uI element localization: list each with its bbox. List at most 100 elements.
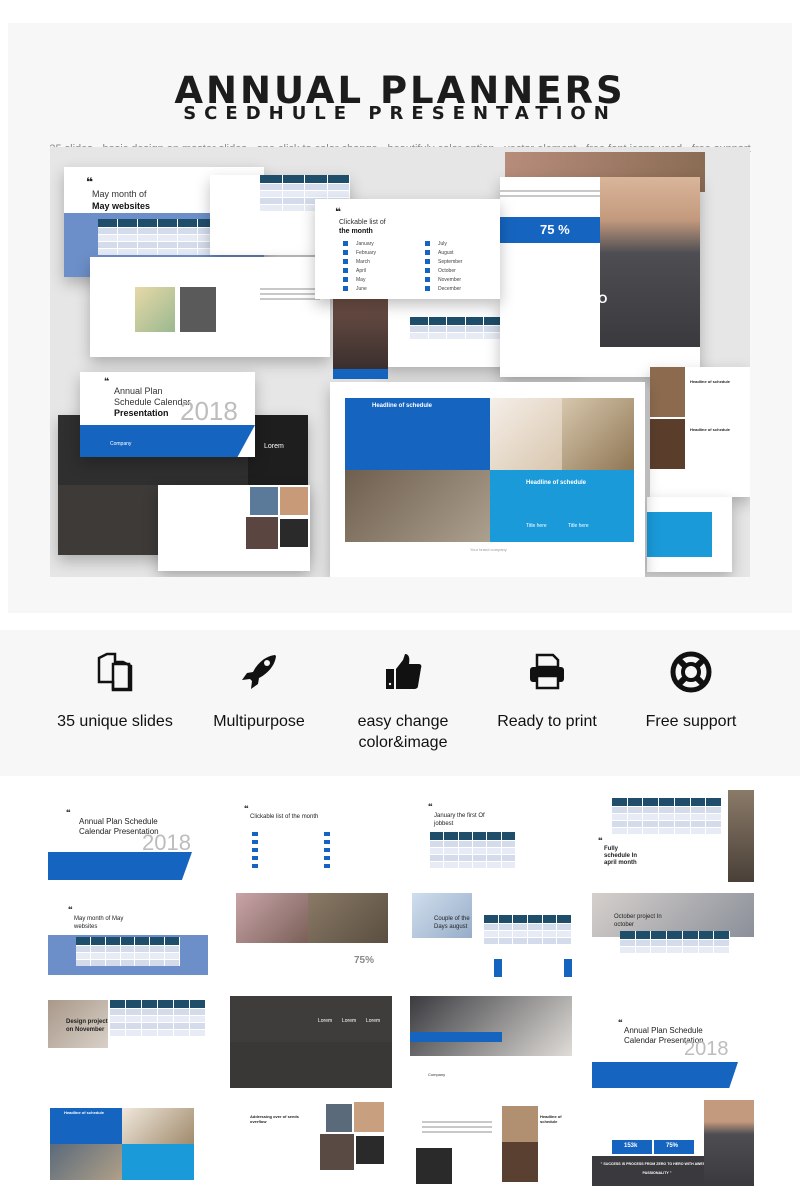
- photo-hat: [650, 367, 685, 417]
- feature-easy-change: easy change color&image: [328, 650, 478, 753]
- thumbnail-headline[interactable]: Headline of schedule: [410, 1100, 572, 1192]
- quote-icon: ❝: [335, 207, 341, 218]
- month-list-left: January February March April May June: [343, 239, 376, 293]
- headline-1: Headline of schedule: [372, 403, 433, 409]
- photo-hiker-hat: [345, 470, 490, 542]
- slide-title: May month of: [92, 189, 147, 199]
- month-bullet-icon: [425, 241, 430, 246]
- photo-shop: [650, 419, 685, 469]
- month-bullet-icon: [425, 250, 430, 255]
- thumbnail-annual-plan-2[interactable]: ❝ Annual Plan Schedule Calendar Presenta…: [592, 996, 754, 1088]
- link-title-2[interactable]: Title here: [568, 523, 589, 529]
- thumbnail-hero-quote[interactable]: 153k 75% " SUCCESS IS PROCESS FROM ZERO …: [592, 1100, 754, 1192]
- month-bullet-icon: [343, 286, 348, 291]
- stat-value: 75 %: [540, 222, 570, 237]
- stat-box: 75 %: [500, 217, 600, 243]
- photo-girl: [333, 299, 388, 369]
- month-item[interactable]: March: [343, 257, 376, 266]
- slide-addressing: [90, 257, 330, 357]
- slide-clickable-list: ❝ Clickable list of the month January Feb…: [315, 199, 500, 299]
- month-item[interactable]: October: [425, 266, 462, 275]
- thumbnail-year: 2018: [684, 1038, 729, 1060]
- thumbnail-stat-75[interactable]: 75%: [236, 893, 398, 985]
- thumbnail-title: Couple of the Days august: [434, 916, 470, 930]
- photo-kitchen: [562, 398, 634, 470]
- month-label: April: [356, 267, 367, 274]
- thumbnail-stat: 75%: [354, 955, 375, 966]
- slide-annual-plan: ❝ Annual Plan Schedule Calendar Presenta…: [80, 372, 255, 457]
- thumbnail-title: October project In october: [614, 914, 662, 928]
- thumbnail-stat: 75%: [666, 1143, 679, 1149]
- thumbnail-title: Clickable list of the month: [250, 814, 319, 820]
- slide-title-bold: the month: [339, 228, 373, 235]
- slide-stats-hero: 75 % O HERO: [500, 177, 700, 377]
- link-title-1[interactable]: Title here: [526, 523, 547, 529]
- company-label: Company: [110, 441, 132, 447]
- month-label: July: [438, 240, 447, 247]
- thumbnail-schedule[interactable]: Headline of schedule: [46, 1100, 208, 1192]
- month-item[interactable]: November: [425, 275, 462, 284]
- feature-label: easy change color&image: [357, 713, 449, 751]
- thumbnail-company[interactable]: Company: [410, 996, 572, 1088]
- month-bullet-icon: [343, 250, 348, 255]
- headline-2: Headline of schedule: [526, 480, 587, 486]
- month-item[interactable]: December: [425, 284, 462, 293]
- photo-caption-bar: [333, 369, 388, 379]
- thumbnail-people[interactable]: Addressing over of seeds overflow: [228, 1100, 390, 1192]
- month-bullet-icon: [425, 268, 430, 273]
- thumbnail-title: January the first Of jobbest: [434, 813, 485, 827]
- thumbnail-april[interactable]: ❝ Fully schedule In april month: [592, 790, 754, 882]
- photo-dark: [180, 287, 216, 332]
- month-bullet-icon: [343, 259, 348, 264]
- slide-schedule: Headline of schedule Headline of schedul…: [330, 382, 645, 577]
- month-bullet-icon: [343, 277, 348, 282]
- month-label: October: [438, 267, 456, 274]
- month-bullet-icon: [425, 259, 430, 264]
- thumbnail-title: Headline of schedule: [64, 1110, 105, 1115]
- thumbnail-title: May month of May websites: [74, 916, 124, 930]
- feature-label: Ready to print: [497, 713, 597, 730]
- thumbnail-dark[interactable]: Lorem Lorem Lorem: [230, 996, 392, 1088]
- thumbnail-october[interactable]: October project In october: [592, 893, 754, 985]
- feature-multipurpose: Multipurpose: [184, 650, 334, 732]
- side-headline-2: Headline of schedule: [690, 427, 731, 432]
- thumbnail-clickable-list[interactable]: ❝ Clickable list of the month: [230, 790, 392, 882]
- month-label: January: [356, 240, 374, 247]
- month-item[interactable]: July: [425, 239, 462, 248]
- month-bullet-icon: [425, 277, 430, 282]
- thumbnail-company: Company: [428, 1072, 446, 1077]
- feature-free-support: Free support: [616, 650, 766, 732]
- thumbnail-quote: " SUCCESS IS PROCESS FROM ZERO TO HERO W…: [600, 1162, 714, 1175]
- month-item[interactable]: September: [425, 257, 462, 266]
- month-item[interactable]: May: [343, 275, 376, 284]
- thumbnail-january[interactable]: ❝ January the first Of jobbest: [412, 790, 574, 882]
- features-section: 35 unique slides Multipurpose easy chang…: [0, 630, 800, 776]
- month-item[interactable]: June: [343, 284, 376, 293]
- month-label: December: [438, 285, 462, 292]
- year-label: 2018: [180, 396, 238, 426]
- thumbnail-annual-plan[interactable]: ❝ Annual Plan Schedule Calendar Presenta…: [46, 790, 208, 882]
- month-item[interactable]: April: [343, 266, 376, 275]
- month-item[interactable]: August: [425, 248, 462, 257]
- thumbnail-stat: 153k: [624, 1143, 638, 1149]
- feature-unique-slides: 35 unique slides: [40, 650, 190, 732]
- thumbnail-august[interactable]: Couple of the Days august: [412, 893, 574, 985]
- slide-title-line3: Presentation: [114, 408, 169, 418]
- thumbnail-may[interactable]: ❝ May month of May websites: [46, 893, 208, 985]
- slide-footer: Your brand company: [470, 547, 507, 552]
- blue-band: Company: [80, 425, 255, 457]
- slide-title-bold: May websites: [92, 201, 151, 211]
- thumbnail-november[interactable]: Design project on November: [46, 996, 208, 1088]
- feature-ready-to-print: Ready to print: [472, 650, 622, 732]
- month-item[interactable]: February: [343, 248, 376, 257]
- headline-block-1: Headline of schedule: [345, 398, 490, 470]
- printer-icon: [530, 653, 564, 690]
- thumbnail-label: Lorem: [318, 1018, 333, 1024]
- photo-kid: [280, 519, 308, 547]
- month-list-right: July August September October November Decemb…: [425, 239, 462, 293]
- feature-label: Multipurpose: [213, 713, 305, 730]
- thumbnail-title: Addressing over of seeds overflow: [250, 1114, 299, 1124]
- feature-label: Free support: [645, 713, 737, 730]
- headline-block-2: Headline of schedule Title here Title he…: [490, 470, 634, 542]
- month-item[interactable]: January: [343, 239, 376, 248]
